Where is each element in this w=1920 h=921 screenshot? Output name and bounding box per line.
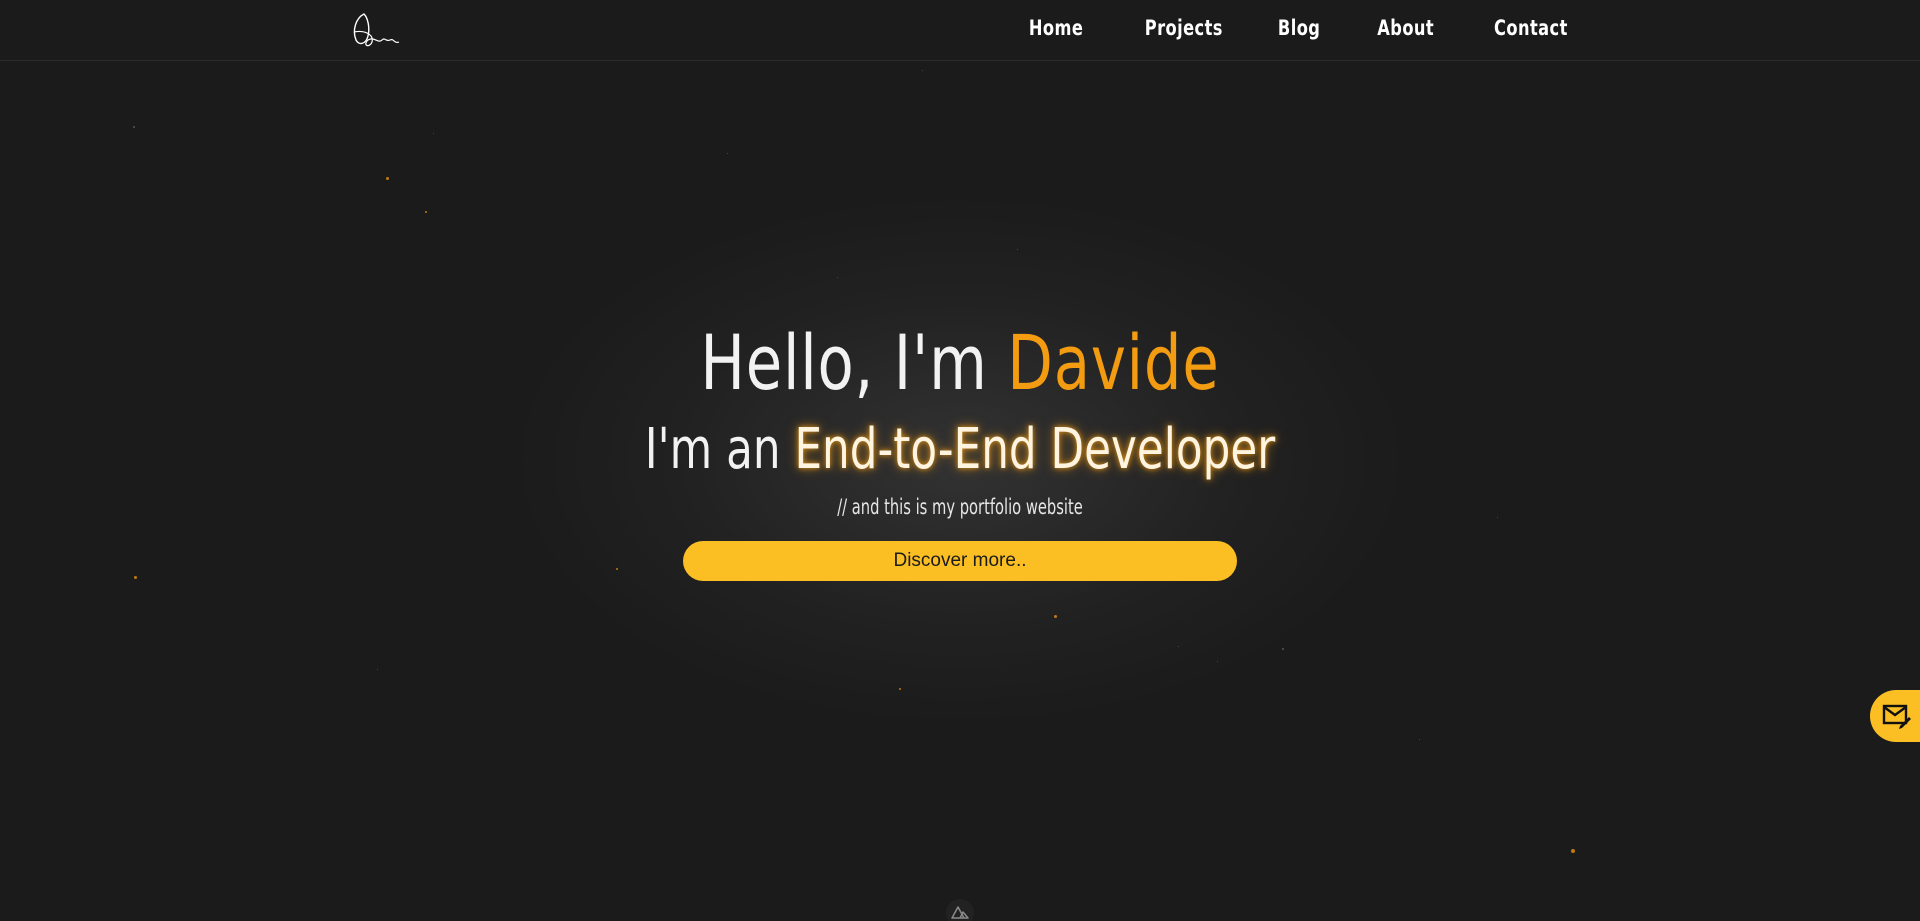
hero-subtitle: // and this is my portfolio website (837, 495, 1083, 519)
hero-name: Davide (1007, 318, 1220, 407)
nuxt-badge[interactable] (946, 899, 974, 921)
hero-role: I'm an End-to-End Developer (211, 415, 1709, 485)
role-prefix: I'm an (644, 417, 795, 482)
page: Home Projects Blog About Contact Hello, … (0, 0, 1920, 921)
greeting-text: Hello, I'm (700, 318, 1008, 407)
mail-edit-icon (1882, 704, 1911, 729)
nuxt-icon (951, 906, 969, 919)
hero-section: Hello, I'm Davide I'm an End-to-End Deve… (0, 0, 1920, 921)
floating-contact-button[interactable] (1870, 690, 1920, 742)
role-text: End-to-End Developer (794, 417, 1276, 482)
discover-more-button[interactable]: Discover more.. (683, 541, 1237, 581)
hero-greeting: Hello, I'm Davide (211, 318, 1709, 408)
